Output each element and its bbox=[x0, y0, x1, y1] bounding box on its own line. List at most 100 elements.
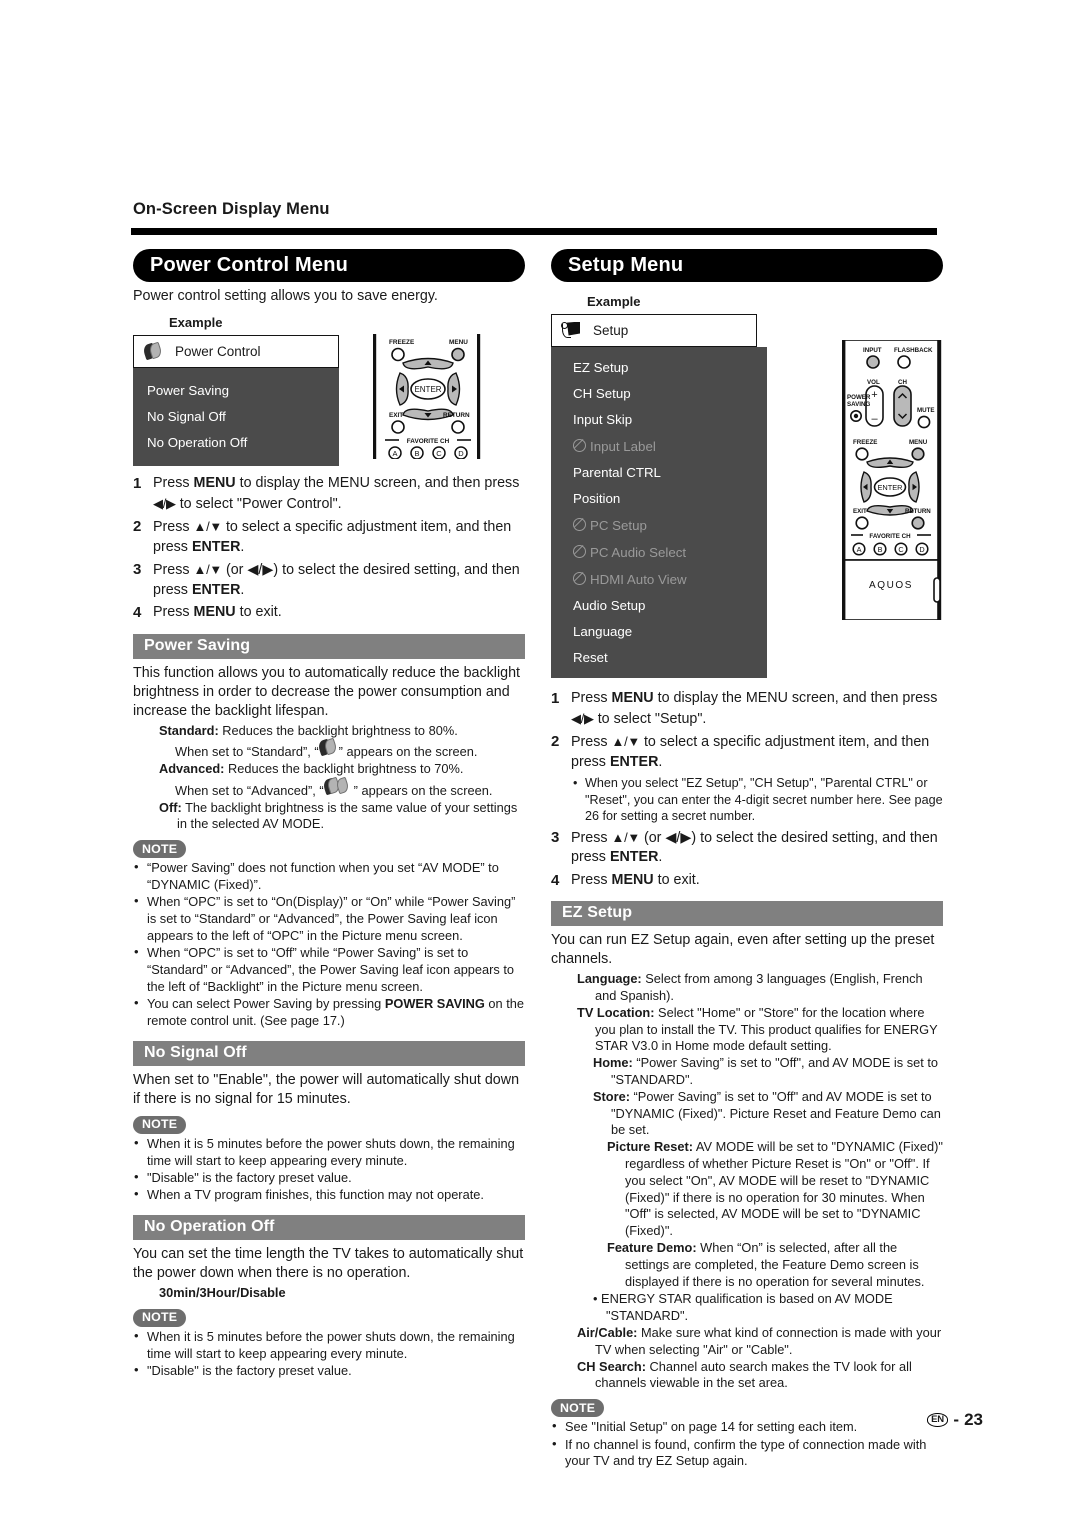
svg-text:–: – bbox=[871, 413, 878, 425]
osd-tab-label: Setup bbox=[593, 323, 629, 338]
definition-item: Off: The backlight brightness is the sam… bbox=[159, 799, 518, 832]
svg-text:RETURN: RETURN bbox=[443, 412, 470, 419]
substep-text: When you select "EZ Setup", "CH Setup", … bbox=[585, 776, 943, 824]
step-text: Press ▲/▼ (or ◀/▶) to select the desired… bbox=[571, 829, 938, 866]
note-item: When it is 5 minutes before the power sh… bbox=[133, 1135, 525, 1170]
note-item: "Disable" is the factory preset value. bbox=[133, 1362, 525, 1380]
step-substep: • When you select "EZ Setup", "CH Setup"… bbox=[573, 775, 943, 825]
section-heading-no-signal-off: No Signal Off bbox=[133, 1040, 525, 1066]
svg-text:FREEZE: FREEZE bbox=[853, 439, 877, 446]
step-item: 1 Press MENU to display the MENU screen,… bbox=[133, 474, 525, 514]
svg-text:C: C bbox=[436, 449, 442, 458]
prohibited-icon bbox=[573, 517, 586, 531]
section-heading-power-saving: Power Saving bbox=[133, 633, 525, 659]
note-badge: NOTE bbox=[551, 1399, 605, 1418]
setup-steps: 1 Press MENU to display the MENU screen,… bbox=[551, 689, 943, 890]
step-text: Press MENU to display the MENU screen, a… bbox=[153, 475, 520, 512]
page-footer: EN - 23 bbox=[926, 1410, 983, 1430]
setup-menu-title: Setup Menu bbox=[551, 249, 943, 282]
osd-item: Reset bbox=[573, 649, 608, 665]
step-item: 3 Press ▲/▼ (or ◀/▶) to select the desir… bbox=[551, 828, 943, 868]
svg-text:MENU: MENU bbox=[909, 439, 928, 446]
note-item: "Disable" is the factory preset value. bbox=[133, 1169, 525, 1187]
osd-item: EZ Setup bbox=[573, 359, 629, 375]
osd-item: Position bbox=[573, 490, 621, 506]
svg-text:EXIT: EXIT bbox=[389, 412, 403, 419]
step-item: 4 Press MENU to exit. bbox=[551, 871, 943, 891]
osd-tab-setup: Setup bbox=[551, 314, 757, 347]
note-item: When it is 5 minutes before the power sh… bbox=[133, 1328, 525, 1363]
osd-item: Language bbox=[573, 623, 633, 639]
power-saving-body: This function allows you to automaticall… bbox=[133, 664, 521, 719]
osd-item-list-left: Power Saving No Signal Off No Operation … bbox=[133, 368, 339, 466]
svg-text:POWER: POWER bbox=[847, 394, 871, 401]
svg-text:A: A bbox=[857, 545, 862, 554]
step-text: Press ▲/▼ to select a specific adjustmen… bbox=[571, 734, 930, 770]
remote-illustration-left: FREEZE MENU ENTER EXIT RETURN FAVORITE C… bbox=[371, 334, 483, 459]
osd-item-disabled: PC Setup bbox=[573, 511, 767, 538]
manual-page: On-Screen Display Menu Power Control Men… bbox=[0, 0, 1080, 1528]
step-item: 1 Press MENU to display the MENU screen,… bbox=[551, 689, 943, 729]
step-text: Press MENU to exit. bbox=[571, 871, 700, 888]
svg-text:ENTER: ENTER bbox=[877, 483, 902, 492]
svg-text:FAVORITE CH: FAVORITE CH bbox=[407, 438, 450, 445]
step-text: Press MENU to exit. bbox=[153, 604, 282, 620]
header-rule bbox=[131, 228, 937, 235]
leaf-icon-double bbox=[321, 776, 354, 796]
setup-icon bbox=[561, 321, 582, 340]
step-item: 3 Press ▲/▼ (or ◀/▶) to select the desir… bbox=[133, 560, 525, 600]
osd-item: Parental CTRL bbox=[573, 464, 661, 480]
step-text: Press MENU to display the MENU screen, a… bbox=[571, 690, 938, 727]
power-saving-notes: “Power Saving” does not function when yo… bbox=[133, 859, 525, 1030]
svg-text:EXIT: EXIT bbox=[853, 508, 867, 515]
osd-item: No Operation Off bbox=[147, 434, 248, 450]
step-number: 1 bbox=[133, 475, 142, 492]
note-item: When a TV program finishes, this functio… bbox=[133, 1186, 525, 1204]
running-head: On-Screen Display Menu bbox=[133, 200, 330, 218]
svg-text:B: B bbox=[878, 545, 883, 554]
leaf-icon bbox=[141, 341, 164, 361]
svg-text:D: D bbox=[458, 449, 464, 458]
osd-item-disabled: HDMI Auto View bbox=[573, 565, 767, 592]
definition-item: Standard: Reduces the backlight brightne… bbox=[159, 722, 458, 738]
power-control-menu-title: Power Control Menu bbox=[133, 249, 525, 282]
note-item: See "Initial Setup" on page 14 for setti… bbox=[551, 1418, 943, 1436]
definition-item: Home: “Power Saving” is set to "Off", an… bbox=[593, 1055, 939, 1088]
definition-item: When set to “Advanced”, “” appears on th… bbox=[175, 776, 525, 800]
svg-text:VOL: VOL bbox=[867, 379, 880, 386]
note-item: If no channel is found, confirm the type… bbox=[551, 1436, 943, 1471]
svg-text:SAVING: SAVING bbox=[847, 401, 870, 408]
svg-text:CH: CH bbox=[898, 379, 907, 386]
svg-text:B: B bbox=[414, 449, 419, 458]
definition-item: Language: Select from among 3 languages … bbox=[577, 971, 923, 1004]
definition-item: Store: “Power Saving” is set to "Off" an… bbox=[593, 1088, 941, 1138]
osd-item: No Signal Off bbox=[147, 408, 226, 424]
note-item: You can select Power Saving by pressing … bbox=[133, 995, 525, 1030]
no-operation-off-notes: When it is 5 minutes before the power sh… bbox=[133, 1328, 525, 1380]
bullet: • bbox=[573, 776, 578, 790]
prohibited-icon bbox=[573, 571, 586, 585]
definition-item: Advanced: Reduces the backlight brightne… bbox=[159, 761, 464, 777]
ez-setup-definitions: Language: Select from among 3 languages … bbox=[551, 971, 943, 1392]
svg-text:A: A bbox=[392, 449, 397, 458]
definition-item: Air/Cable: Make sure what kind of connec… bbox=[577, 1325, 942, 1357]
ez-setup-body: You can run EZ Setup again, even after s… bbox=[551, 932, 935, 968]
step-number: 2 bbox=[133, 518, 142, 535]
osd-item: CH Setup bbox=[573, 385, 631, 401]
svg-text:D: D bbox=[919, 545, 924, 554]
energy-star-bullet: • ENERGY STAR qualification is based on … bbox=[593, 1291, 893, 1324]
prohibited-icon bbox=[573, 438, 586, 452]
osd-item-disabled: Input Label bbox=[573, 432, 767, 459]
osd-tab-label: Power Control bbox=[175, 344, 261, 359]
svg-text:MENU: MENU bbox=[449, 339, 468, 346]
note-item: “Power Saving” does not function when yo… bbox=[133, 859, 525, 894]
note-item: When “OPC” is set to “On(Display)” or “O… bbox=[133, 893, 525, 944]
osd-item-list-right: EZ Setup CH Setup Input Skip Input Label… bbox=[551, 347, 767, 678]
no-signal-off-notes: When it is 5 minutes before the power sh… bbox=[133, 1135, 525, 1204]
note-badge: NOTE bbox=[133, 1115, 187, 1134]
definition-item: When set to “Standard”, “” appears on th… bbox=[175, 737, 525, 761]
svg-text:+: + bbox=[871, 389, 877, 401]
right-example-label: Example bbox=[587, 294, 641, 309]
section-heading-ez-setup: EZ Setup bbox=[551, 901, 943, 927]
step-number: 3 bbox=[133, 561, 142, 578]
